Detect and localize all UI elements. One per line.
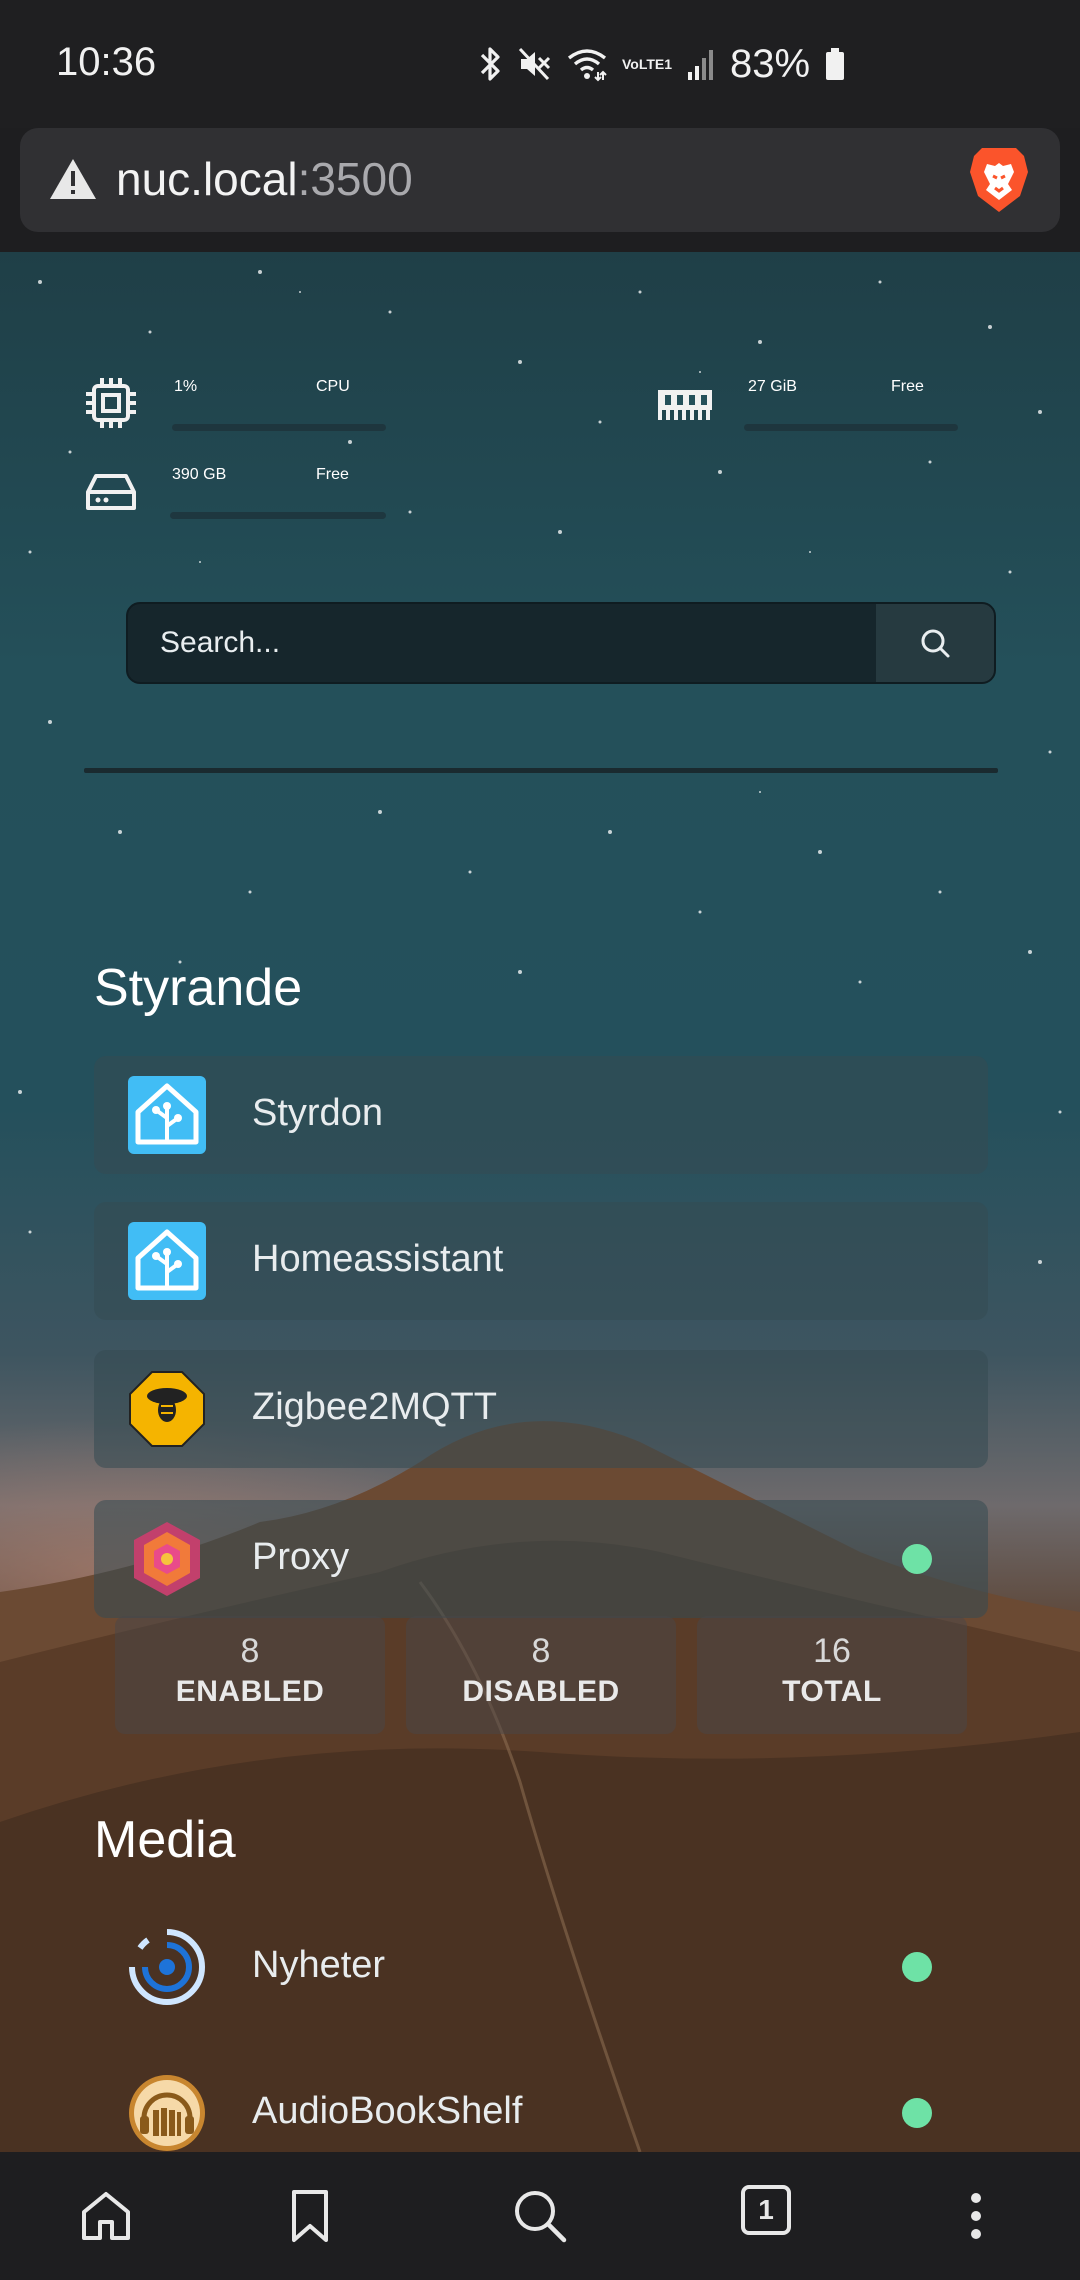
cpu-label: CPU [316,378,350,395]
starfield-background [18,270,1062,1264]
url-host: nuc.local [116,153,298,205]
online-status-indicator [902,1544,932,1574]
app-card-proxy[interactable]: Proxy [94,1500,988,1618]
more-vertical-icon [971,2193,981,2239]
home-assistant-icon [128,1076,206,1154]
app-name: Zigbee2MQTT [252,1386,497,1428]
bookmark-icon [292,2190,328,2242]
app-card-audiobookshelf[interactable]: AudioBookShelf [94,2054,988,2152]
clock: 10:36 [56,40,157,84]
app-card-nyheter[interactable]: Nyheter [94,1908,988,2026]
search-icon [921,629,950,658]
app-name: Homeassistant [252,1238,504,1280]
enabled-label: ENABLED [175,1675,325,1708]
home-button[interactable] [74,2184,138,2248]
audiobookshelf-icon [129,2075,205,2151]
brave-shields-icon[interactable] [968,144,1030,214]
disk-label: Free [316,466,349,483]
disabled-label: DISABLED [462,1675,620,1708]
cpu-icon [86,378,136,428]
ram-value: 27 GiB [748,378,797,395]
search-input[interactable] [160,604,860,682]
enabled-count-box: 8 ENABLED [115,1616,385,1734]
signal-icon [688,50,714,80]
warning-icon[interactable] [48,156,98,202]
podcast-feed-icon [129,1929,205,2005]
battery-icon [826,48,845,80]
app-card-homeassistant[interactable]: Homeassistant [94,1202,988,1320]
app-name: AudioBookShelf [252,2090,523,2132]
zigbee2mqtt-bee-icon [129,1371,205,1447]
ram-usage-bar [744,424,958,431]
disk-usage-bar [170,512,386,519]
ram-label: Free [891,378,924,395]
battery-percentage: 83% [730,41,811,86]
enabled-count: 8 [240,1632,260,1670]
harddisk-icon [86,474,136,510]
search-tab-button[interactable] [508,2184,572,2248]
disabled-count-box: 8 DISABLED [406,1616,676,1734]
home-assistant-icon [128,1222,206,1300]
online-status-indicator [902,1952,932,1982]
search-icon [515,2191,567,2243]
url-port: :3500 [297,153,413,205]
volte-indicator: VoLTE1 [622,55,673,72]
disk-value: 390 GB [172,466,227,483]
disabled-count: 8 [531,1632,551,1670]
total-label: TOTAL [782,1675,882,1708]
app-name: Styrdon [252,1092,383,1134]
status-icons: VoLTE1 83% [478,40,846,88]
status-bar: 10:36 VoLTE1 83% [0,0,1080,128]
nginx-proxy-manager-icon [134,1522,200,1596]
cpu-usage-bar [172,424,386,431]
browser-bottom-toolbar: 1 [0,2152,1080,2280]
total-count: 16 [813,1632,851,1670]
home-icon [82,2192,130,2240]
menu-button[interactable] [944,2184,1008,2248]
search-bar [126,602,996,684]
online-status-indicator [902,2098,932,2128]
app-card-styrdon[interactable]: Styrdon [94,1056,988,1174]
homarr-dashboard: 1% CPU 27 GiB Free 390 GB Free Styrande … [0,252,1080,2152]
open-tab-count: 1 [758,2194,774,2225]
mute-icon [518,47,551,81]
section-title-styrande: Styrande [94,959,303,1017]
wifi-icon [567,49,607,82]
search-button[interactable] [876,604,994,682]
divider [84,768,998,773]
app-name: Nyheter [252,1944,386,1986]
total-count-box: 16 TOTAL [697,1616,967,1734]
app-name: Proxy [252,1536,350,1578]
tabs-button[interactable]: 1 [740,2184,804,2248]
cpu-value: 1% [174,378,198,395]
address-bar[interactable]: nuc.local:3500 [20,128,1060,232]
ram-icon [658,390,712,420]
url-text[interactable]: nuc.local:3500 [116,152,413,206]
section-title-media: Media [94,1811,236,1869]
app-card-zigbee2mqtt[interactable]: Zigbee2MQTT [94,1350,988,1468]
bluetooth-icon [480,47,500,81]
bookmarks-button[interactable] [278,2184,342,2248]
